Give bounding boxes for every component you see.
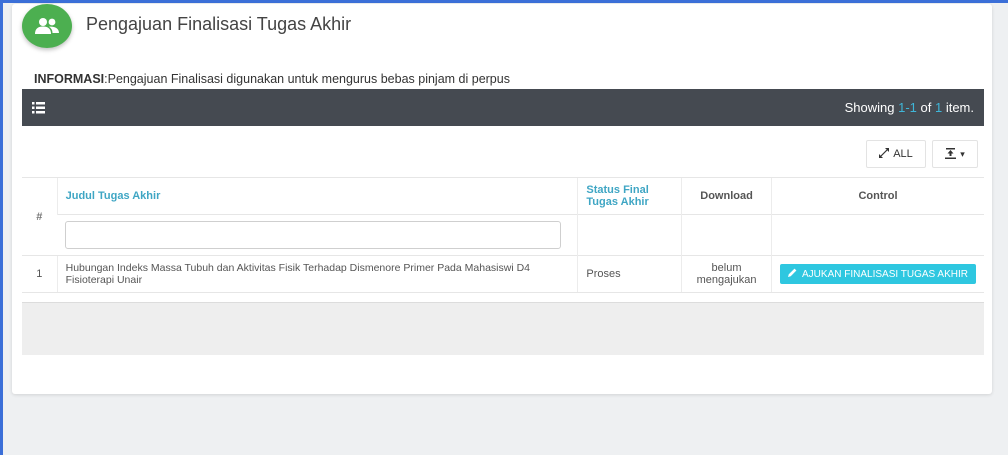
show-all-button[interactable]: ALL <box>866 140 926 168</box>
filter-judul-input[interactable] <box>65 221 562 249</box>
page-title: Pengajuan Finalisasi Tugas Akhir <box>86 14 352 34</box>
table-row: 1 Hubungan Indeks Massa Tubuh dan Aktivi… <box>22 255 984 293</box>
list-icon <box>32 101 45 119</box>
row-status: Proses <box>577 255 682 293</box>
summary-prefix: Showing <box>844 100 899 115</box>
row-download: belum mengajukan <box>681 255 772 293</box>
users-icon <box>22 4 72 48</box>
column-header-number: # <box>22 177 58 256</box>
info-text: INFORMASI:Pengajuan Finalisasi digunakan… <box>34 72 510 86</box>
filter-cell-status <box>577 214 682 256</box>
pencil-icon <box>788 268 797 280</box>
info-label: INFORMASI <box>34 72 105 86</box>
column-header-control: Control <box>771 177 984 215</box>
ajukan-finalisasi-label: AJUKAN FINALISASI TUGAS AKHIR <box>802 268 968 280</box>
chevron-down-icon: ▾ <box>960 148 965 159</box>
column-header-status[interactable]: Status Final Tugas Akhir <box>577 177 682 215</box>
summary-range: 1-1 <box>898 100 917 115</box>
grid-toolbar: Showing 1-1 of 1 item. <box>22 89 984 126</box>
summary-text: Showing 1-1 of 1 item. <box>845 100 974 115</box>
filter-cell-judul <box>57 214 578 256</box>
expand-icon <box>879 147 890 161</box>
row-judul: Hubungan Indeks Massa Tubuh dan Aktivita… <box>56 255 578 293</box>
row-number: 1 <box>22 255 58 293</box>
table-header-row: # Judul Tugas Akhir Status Final Tugas A… <box>22 177 984 256</box>
row-control: AJUKAN FINALISASI TUGAS AKHIR <box>771 255 984 293</box>
show-all-label: ALL <box>893 148 913 160</box>
export-icon <box>945 147 957 161</box>
summary-suffix: item. <box>942 100 974 115</box>
column-header-download: Download <box>681 177 772 215</box>
summary-mid: of <box>916 100 935 115</box>
filter-cell-download <box>681 214 772 256</box>
info-message: :Pengajuan Finalisasi digunakan untuk me… <box>104 72 510 86</box>
grid-table: # Judul Tugas Akhir Status Final Tugas A… <box>22 177 984 293</box>
export-dropdown-button[interactable]: ▾ <box>932 140 978 168</box>
ajukan-finalisasi-button[interactable]: AJUKAN FINALISASI TUGAS AKHIR <box>780 264 976 284</box>
window-border-left <box>0 0 3 455</box>
window-border-top <box>0 0 1008 3</box>
grid-footer <box>22 302 984 355</box>
column-header-judul[interactable]: Judul Tugas Akhir <box>56 177 578 215</box>
filter-cell-control <box>771 214 984 256</box>
filter-row <box>22 214 984 256</box>
